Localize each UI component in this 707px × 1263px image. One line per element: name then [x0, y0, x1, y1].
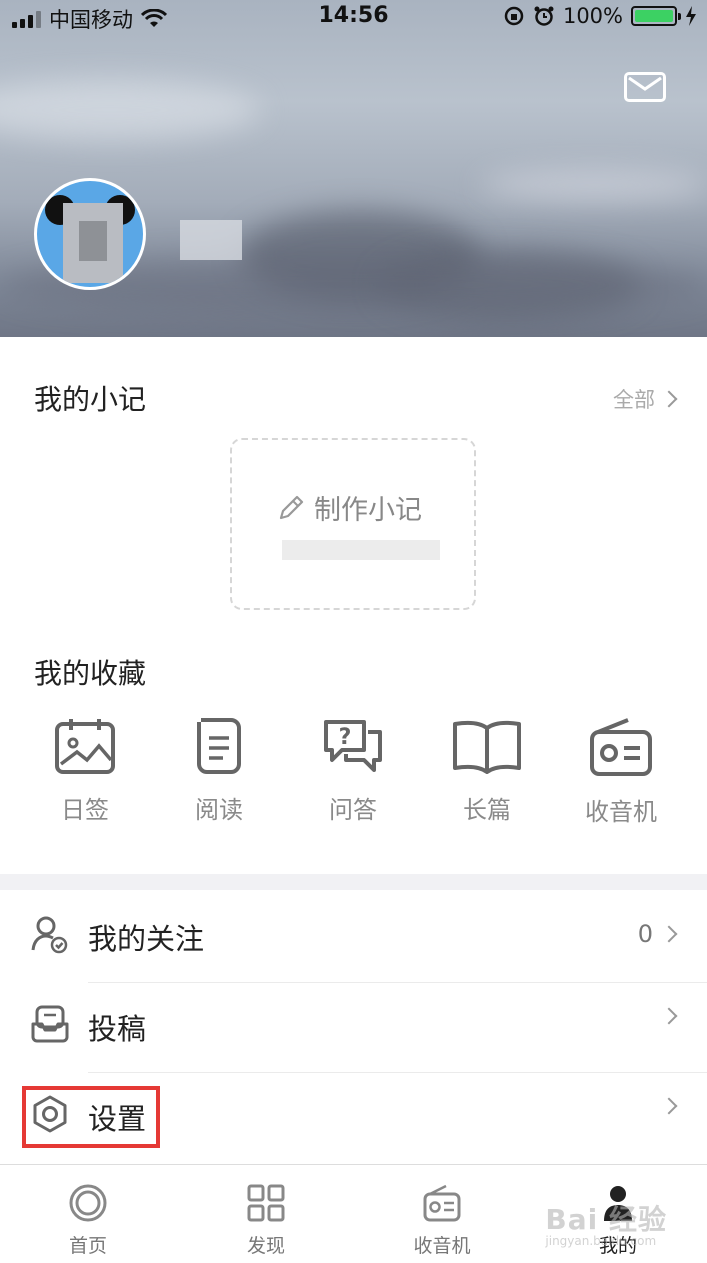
favorite-reading[interactable]: 阅读 [164, 716, 274, 825]
watermark-text: Bai 经验 [545, 1203, 667, 1236]
section-separator [0, 874, 707, 890]
chevron-right-icon [660, 1097, 678, 1115]
tab-label: 首页 [68, 1235, 107, 1257]
favorite-daily-sign[interactable]: 日签 [30, 716, 140, 825]
settings-highlight-box [22, 1086, 160, 1148]
watermark-sub: jingyan.baidu.com [545, 1234, 657, 1248]
blurred-hint [282, 540, 440, 560]
tab-label: 发现 [246, 1235, 285, 1257]
mail-icon[interactable] [624, 72, 666, 102]
favorite-label: 日签 [61, 796, 109, 824]
chevron-right-icon [660, 1007, 678, 1025]
calendar-image-icon [55, 719, 115, 774]
home-ring-icon [69, 1184, 107, 1222]
menu-item-following[interactable]: 我的关注 0 [0, 892, 707, 982]
view-all-label: 全部 [613, 388, 655, 412]
svg-text:?: ? [339, 725, 352, 750]
charging-icon [686, 6, 696, 26]
favorite-longform[interactable]: 长篇 [432, 716, 542, 825]
favorite-qa[interactable]: ? 问答 [298, 716, 408, 825]
menu-item-label: 投稿 [88, 1012, 147, 1046]
profile-header: 中国移动 14:56 100% [0, 0, 707, 337]
tab-radio[interactable]: 收音机 [382, 1183, 502, 1258]
tab-home[interactable]: 首页 [28, 1183, 148, 1258]
notes-view-all-link[interactable]: 全部 [613, 384, 678, 414]
chevron-right-icon [660, 390, 678, 408]
battery-icon [631, 6, 681, 26]
baidu-watermark: Bai 经验 jingyan.baidu.com [545, 1198, 667, 1248]
user-check-icon [31, 916, 68, 954]
favorite-label: 收音机 [585, 798, 657, 826]
status-bar: 中国移动 14:56 100% [0, 0, 707, 34]
following-count: 0 [637, 920, 653, 948]
alarm-icon [534, 6, 554, 26]
document-icon [197, 718, 241, 774]
tab-discover[interactable]: 发现 [206, 1183, 326, 1258]
pencil-icon [279, 495, 304, 519]
avatar[interactable] [34, 178, 146, 290]
chevron-right-icon [660, 925, 678, 943]
favorite-label: 长篇 [463, 796, 511, 824]
battery-percent: 100% [562, 4, 623, 28]
username-blurred [180, 220, 242, 260]
make-note-label: 制作小记 [314, 495, 422, 526]
notes-section-title: 我的小记 [34, 383, 147, 416]
make-note-card[interactable]: 制作小记 [230, 438, 476, 610]
submit-icon [31, 1005, 69, 1043]
favorite-label: 阅读 [195, 796, 243, 824]
favorite-label: 问答 [329, 796, 377, 824]
grid-icon [247, 1184, 285, 1222]
favorites-section-title: 我的收藏 [34, 657, 147, 690]
radio-icon [590, 718, 652, 776]
book-icon [453, 720, 521, 774]
rotation-lock-icon [504, 6, 524, 26]
favorite-radio[interactable]: 收音机 [566, 716, 676, 827]
qa-bubble-icon: ? [324, 720, 382, 772]
menu-item-submit[interactable]: 投稿 [0, 982, 707, 1072]
tab-label: 收音机 [413, 1235, 471, 1257]
radio-icon [423, 1184, 461, 1222]
menu-item-label: 我的关注 [88, 922, 205, 956]
